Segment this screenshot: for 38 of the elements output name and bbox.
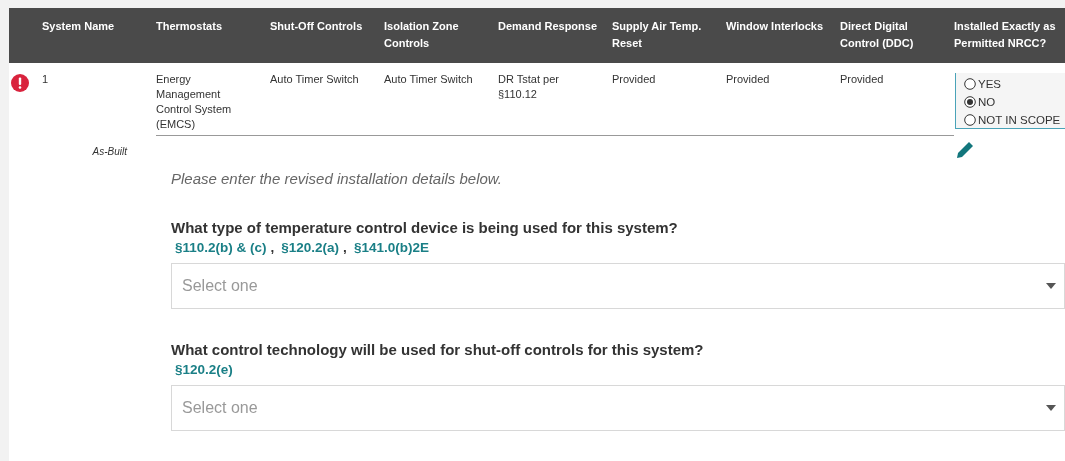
radio-option[interactable]: NOT IN SCOPE — [964, 111, 1064, 129]
radio-option[interactable]: NO — [964, 93, 1064, 111]
reference-link[interactable]: §141.0(b)2E — [353, 240, 429, 255]
reference-link[interactable]: §120.2(a) — [281, 240, 340, 255]
column-header: System Name — [42, 19, 116, 34]
caret-icon — [1046, 405, 1056, 411]
separator-text: , — [343, 240, 347, 255]
table-cell: Auto Timer Switch — [270, 63, 384, 136]
instruction-text: Please enter the revised installation details below. — [171, 170, 504, 187]
reference-link[interactable]: §120.2(e) — [175, 362, 233, 377]
table-cell: Provided — [840, 63, 954, 136]
pencil-icon[interactable] — [955, 140, 975, 160]
radio-button[interactable] — [964, 114, 976, 126]
table-cell-text: 1 — [42, 72, 50, 87]
select-dropdown[interactable]: Select one — [171, 263, 1065, 309]
separator-text: , — [270, 240, 275, 255]
column-header: Supply Air Temp. Reset — [612, 19, 703, 51]
table-cell: Auto Timer Switch — [384, 63, 498, 136]
select-dropdown[interactable]: Select one — [171, 385, 1065, 431]
table-cell: Energy Management Control System (EMCS) — [156, 63, 270, 136]
reference-link[interactable]: §110.2(b) & (c) — [175, 240, 267, 255]
question-text: What type of temperature control device is being used for this system? — [171, 219, 679, 236]
column-header: Window Interlocks — [726, 19, 825, 34]
radio-button[interactable] — [964, 78, 976, 90]
column-header: Direct Digital Control (DDC) — [840, 19, 915, 51]
question-text: What control technology will be used for shut-off controls for this system? — [171, 341, 705, 358]
column-header: Thermostats — [156, 19, 224, 34]
row-label: As-Built — [91, 145, 127, 159]
table-cell: Provided — [612, 63, 726, 136]
radio-option[interactable]: YES — [964, 75, 1064, 93]
column-header: Installed Exactly as Permitted NRCC? — [954, 19, 1057, 51]
table-cell: Provided — [726, 63, 840, 136]
radio-button[interactable] — [964, 96, 976, 108]
column-header: Shut-Off Controls — [270, 19, 364, 34]
table-cell: DR Tstat per §110.12 — [498, 63, 612, 136]
column-header: Demand Response — [498, 19, 599, 34]
caret-icon — [1046, 283, 1056, 289]
column-header: Isolation Zone Controls — [384, 19, 460, 51]
